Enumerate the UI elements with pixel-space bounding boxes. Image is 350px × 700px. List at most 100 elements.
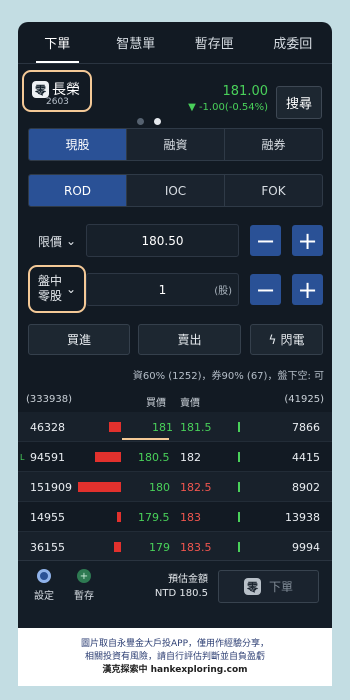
page-dot-active xyxy=(154,118,161,125)
ask-price: 183.5 xyxy=(180,541,212,554)
settings-button[interactable]: 設定 xyxy=(24,569,64,602)
trading-screen: 下單 智慧單 暫存匣 成委回 零 長榮 2603 181.00 ▼ -1.00(… xyxy=(18,22,332,628)
tab-fills[interactable]: 成委回 xyxy=(254,22,333,63)
quantity-plus-button[interactable]: + xyxy=(292,274,323,305)
disclaimer-footer: 圖片取自永豐金大戶投APP，僅用作經驗分享， 相關投資有風險，請自行評估判斷並自… xyxy=(18,628,332,686)
price-type-label: 限價 xyxy=(37,234,62,249)
bid-price: 179 xyxy=(149,541,170,554)
bid-volume-bar xyxy=(78,482,121,492)
quantity-input[interactable]: 1 (股) xyxy=(86,273,239,306)
condition-rod[interactable]: ROD xyxy=(29,175,126,206)
buy-button[interactable]: 買進 xyxy=(28,324,130,355)
chevron-down-icon: ⌄ xyxy=(65,234,77,248)
chevron-down-icon: ⌄ xyxy=(65,281,77,296)
sell-button[interactable]: 賣出 xyxy=(138,324,241,355)
order-book: 46328 181 181.5 7866 L 94591 180.5 182 4… xyxy=(18,412,332,562)
lot-type-dropdown[interactable]: 盤中 零股 ⌄ xyxy=(28,265,86,313)
estimate-label: 預估金額 xyxy=(168,574,208,585)
lot-type-label: 盤中 零股 xyxy=(37,274,62,303)
price-row: 限價 ⌄ 180.50 − + xyxy=(28,224,323,258)
lightning-icon: ϟ xyxy=(268,332,277,347)
book-row[interactable]: 36155 179 183.5 9994 xyxy=(18,532,332,562)
price-minus-button[interactable]: − xyxy=(250,225,281,256)
order-book-header: (333938) 買價 賣價 (41925) xyxy=(18,394,332,409)
bid-qty: 151909 xyxy=(30,481,72,494)
ask-qty: 7866 xyxy=(292,421,320,434)
book-row[interactable]: 46328 181 181.5 7866 xyxy=(18,412,332,442)
stock-identity[interactable]: 零 長榮 2603 xyxy=(22,70,92,112)
ask-qty: 8902 xyxy=(292,481,320,494)
quantity-unit: (股) xyxy=(214,286,232,297)
total-ask-volume: (41925) xyxy=(284,394,324,405)
bid-price: 181 xyxy=(152,421,173,434)
trade-type-cash[interactable]: 現股 xyxy=(29,129,126,160)
estimate-value: NTD 180.5 xyxy=(154,588,208,599)
ask-volume-bar xyxy=(238,542,240,552)
bid-qty: 14955 xyxy=(30,511,65,524)
bid-volume-bar xyxy=(114,542,121,552)
last-price: 181.00 xyxy=(222,84,269,99)
ask-price: 183 xyxy=(180,511,201,524)
bid-price: 180.5 xyxy=(138,451,170,464)
price-input[interactable]: 180.50 xyxy=(86,224,239,257)
bid-qty: 36155 xyxy=(30,541,65,554)
bid-qty: 94591 xyxy=(30,451,65,464)
bid-qty: 46328 xyxy=(30,421,65,434)
estimated-amount: 預估金額 NTD 180.5 xyxy=(154,573,208,601)
main-tabs: 下單 智慧單 暫存匣 成委回 xyxy=(18,22,332,64)
price-plus-button[interactable]: + xyxy=(292,225,323,256)
stock-name: 長榮 xyxy=(52,82,80,98)
tab-smart-order[interactable]: 智慧單 xyxy=(97,22,176,63)
margin-info: 資60% (1252)，券90% (67)，盤下空: 可 xyxy=(132,371,324,382)
ask-price-header: 賣價 xyxy=(180,398,200,409)
stock-code: 2603 xyxy=(46,97,69,107)
quantity-value: 1 xyxy=(158,282,167,297)
gear-icon xyxy=(37,569,51,583)
place-order-button[interactable]: 零 下單 xyxy=(218,570,319,603)
page-indicator xyxy=(137,118,161,125)
bid-price-header: 買價 xyxy=(146,398,166,409)
bid-price: 179.5 xyxy=(138,511,170,524)
selected-price-underline xyxy=(122,438,169,440)
search-button[interactable]: 搜尋 xyxy=(276,86,322,119)
ask-price: 182 xyxy=(180,451,201,464)
place-order-label: 下單 xyxy=(268,580,293,594)
ask-volume-bar xyxy=(238,452,240,462)
flash-label: 閃電 xyxy=(280,333,305,347)
condition-ioc[interactable]: IOC xyxy=(126,175,224,206)
ask-qty: 9994 xyxy=(292,541,320,554)
tab-draft-box[interactable]: 暫存匣 xyxy=(175,22,254,63)
save-draft-label: 暫存 xyxy=(74,591,94,602)
ask-volume-bar xyxy=(238,422,240,432)
trade-type-margin[interactable]: 融資 xyxy=(126,129,224,160)
order-condition-selector: ROD IOC FOK xyxy=(28,174,323,207)
zero-share-logo: 零 xyxy=(243,578,261,595)
total-bid-volume: (333938) xyxy=(26,394,72,405)
ask-volume-bar xyxy=(238,512,240,522)
price-type-dropdown[interactable]: 限價 ⌄ xyxy=(28,224,86,258)
site-credit: 漢克探索中 hankexploring.com xyxy=(102,665,248,675)
tab-order[interactable]: 下單 xyxy=(18,22,97,63)
ask-price: 181.5 xyxy=(180,421,212,434)
ask-qty: 4415 xyxy=(292,451,320,464)
disclaimer-line-1: 圖片取自永豐金大戶投APP，僅用作經驗分享， xyxy=(80,639,269,649)
ask-qty: 13938 xyxy=(285,511,320,524)
trade-type-short[interactable]: 融券 xyxy=(224,129,322,160)
bottom-bar: 設定 + 暫存 預估金額 NTD 180.5 零 下單 xyxy=(18,560,332,628)
bid-volume-bar xyxy=(109,422,121,432)
bid-price: 180 xyxy=(149,481,170,494)
book-row[interactable]: L 94591 180.5 182 4415 xyxy=(18,442,332,472)
price-change: ▼ -1.00(-0.54%) xyxy=(188,102,268,113)
ask-price: 182.5 xyxy=(180,481,212,494)
bid-volume-bar xyxy=(117,512,121,522)
stock-header: 零 長榮 2603 181.00 ▼ -1.00(-0.54%) 搜尋 xyxy=(18,64,332,132)
disclaimer-line-2: 相關投資有風險，請自行評估判斷並自負盈虧 xyxy=(84,652,265,662)
ask-volume-bar xyxy=(238,482,240,492)
save-draft-button[interactable]: + 暫存 xyxy=(64,569,104,602)
quantity-minus-button[interactable]: − xyxy=(250,274,281,305)
book-row[interactable]: 14955 179.5 183 13938 xyxy=(18,502,332,532)
condition-fok[interactable]: FOK xyxy=(224,175,322,206)
book-row[interactable]: 151909 180 182.5 8902 xyxy=(18,472,332,502)
flash-order-button[interactable]: ϟ 閃電 xyxy=(250,324,323,355)
trade-type-selector: 現股 融資 融券 xyxy=(28,128,323,161)
